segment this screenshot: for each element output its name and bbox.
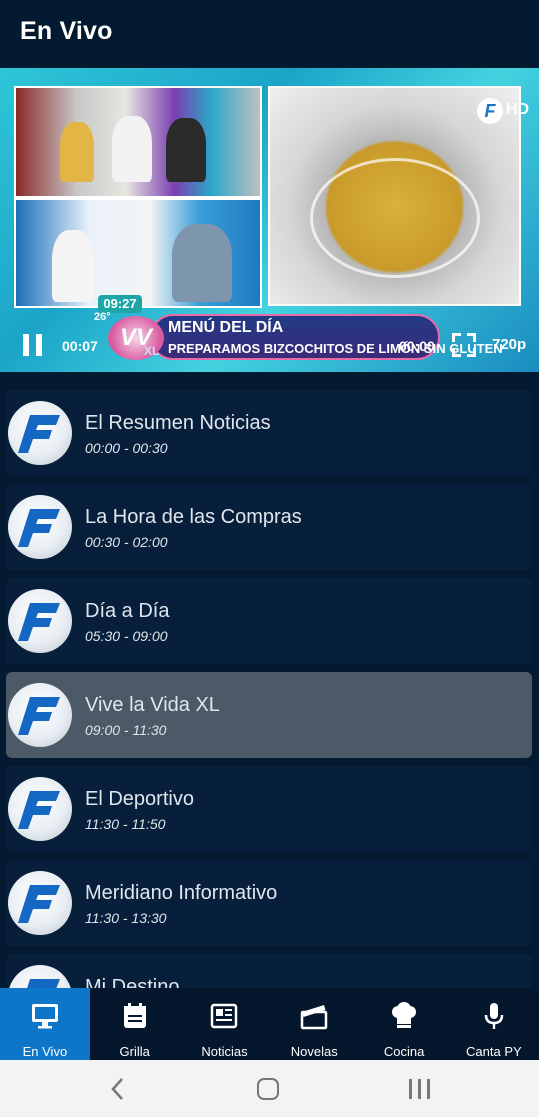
- program-title: Vive la Vida XL: [85, 694, 220, 716]
- lower-third-ticker: MENÚ DEL DÍA PREPARAMOS BIZCOCHITOS DE L…: [150, 314, 503, 360]
- program-title: El Deportivo: [85, 788, 194, 810]
- tab-grilla[interactable]: Grilla: [90, 988, 180, 1060]
- program-title: El Resumen Noticias: [85, 412, 271, 434]
- monitor-icon: [31, 1004, 58, 1029]
- overlay-temperature: 26°: [94, 311, 111, 323]
- program-title: Meridiano Informativo: [85, 882, 278, 904]
- tab-label: Grilla: [119, 1044, 150, 1059]
- calendar-icon: [123, 1003, 146, 1028]
- program-time: 11:30 - 11:50: [85, 816, 166, 832]
- system-nav-bar: [0, 1060, 539, 1117]
- tab-label: En Vivo: [22, 1044, 68, 1059]
- recent-apps-icon[interactable]: [409, 1079, 431, 1099]
- tab-en-vivo[interactable]: En Vivo: [0, 988, 90, 1060]
- hd-badge: HD: [505, 101, 529, 118]
- channel-logo-icon: [8, 495, 72, 559]
- program-row[interactable]: La Hora de las Compras 00:30 - 02:00: [6, 484, 532, 570]
- bottom-nav: En Vivo Grilla Noticias Novelas Cocina C…: [0, 988, 539, 1060]
- channel-logo-icon: [8, 589, 72, 653]
- end-time: 00:00: [399, 338, 435, 354]
- program-time: 09:00 - 11:30: [85, 722, 167, 738]
- tab-noticias[interactable]: Noticias: [180, 988, 270, 1060]
- channel-logo-icon: [8, 871, 72, 935]
- host-figure: [52, 230, 94, 302]
- program-list[interactable]: El Resumen Noticias 00:00 - 00:30 La Hor…: [0, 372, 539, 988]
- top-app-bar: En Vivo: [0, 0, 539, 68]
- program-row-active[interactable]: Vive la Vida XL 09:00 - 11:30: [6, 672, 532, 758]
- fullscreen-icon[interactable]: [452, 333, 476, 357]
- presenter-figure: [60, 122, 94, 182]
- current-time: 00:07: [62, 338, 98, 354]
- channel-logo: F: [477, 98, 503, 124]
- tab-label: Cocina: [383, 1044, 425, 1059]
- microphone-icon: [484, 1003, 504, 1029]
- video-player[interactable]: F HD 09:27 26° MENÚ DEL DÍA PREPARAMOS B…: [0, 68, 539, 372]
- newspaper-icon: [211, 1003, 238, 1029]
- back-icon[interactable]: [108, 1076, 128, 1102]
- clapperboard-icon: [301, 1005, 328, 1030]
- program-time: 00:30 - 02:00: [85, 534, 168, 550]
- tab-label: Novelas: [290, 1044, 338, 1059]
- program-row[interactable]: Mi Destino: [6, 954, 532, 988]
- guest-figure: [172, 224, 232, 302]
- video-frame-studio: [14, 86, 262, 198]
- tab-label: Canta PY: [466, 1044, 522, 1059]
- ticker-title: MENÚ DEL DÍA: [168, 319, 284, 336]
- video-frame-couch: [14, 198, 262, 308]
- tab-cocina[interactable]: Cocina: [359, 988, 449, 1060]
- program-row[interactable]: El Resumen Noticias 00:00 - 00:30: [6, 390, 532, 476]
- tab-label: Noticias: [201, 1044, 248, 1059]
- program-title: Mi Destino: [85, 976, 180, 988]
- guest-figure: [166, 118, 206, 182]
- program-row[interactable]: El Deportivo 11:30 - 11:50: [6, 766, 532, 852]
- program-title: Día a Día: [85, 600, 170, 622]
- show-logo-sub: XL: [144, 344, 160, 358]
- channel-logo-icon: [8, 401, 72, 465]
- program-row[interactable]: Meridiano Informativo 11:30 - 13:30: [6, 860, 532, 946]
- program-time: 05:30 - 09:00: [85, 628, 168, 644]
- chef-hat-icon: [392, 1002, 417, 1028]
- bowl-shape: [310, 158, 480, 278]
- page-title: En Vivo: [20, 17, 113, 45]
- program-time: 11:30 - 13:30: [85, 910, 167, 926]
- program-title: La Hora de las Compras: [85, 506, 302, 528]
- app-root: En Vivo F HD 09:27 26° MENÚ DEL DÍA PREP…: [0, 0, 539, 1117]
- home-icon[interactable]: [257, 1078, 279, 1100]
- quality-selector[interactable]: 720p: [492, 336, 526, 353]
- chef-figure: [112, 116, 152, 182]
- channel-logo-icon: [8, 965, 72, 988]
- channel-logo-icon: [8, 777, 72, 841]
- channel-logo-icon: [8, 683, 72, 747]
- tab-canta-py[interactable]: Canta PY: [449, 988, 539, 1060]
- program-time: 00:00 - 00:30: [85, 440, 168, 456]
- program-row[interactable]: Día a Día 05:30 - 09:00: [6, 578, 532, 664]
- pause-icon[interactable]: [23, 334, 43, 356]
- tab-novelas[interactable]: Novelas: [269, 988, 359, 1060]
